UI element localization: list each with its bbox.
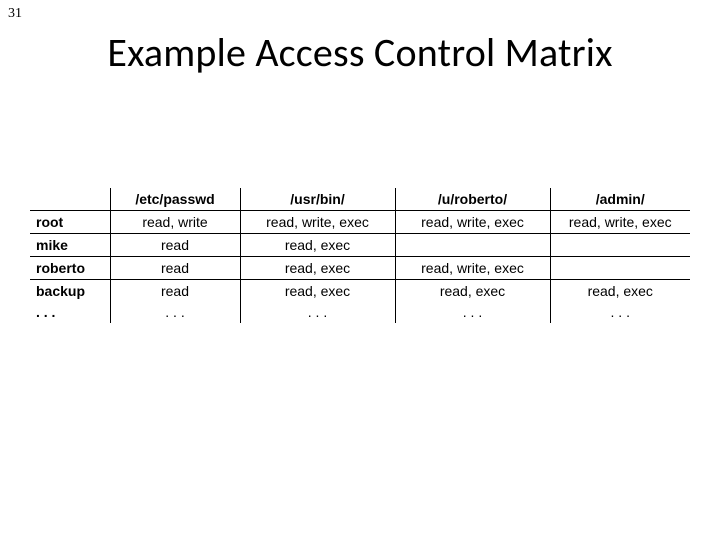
cell: . . . bbox=[110, 302, 240, 323]
cell: read, exec bbox=[550, 280, 690, 303]
cell: read bbox=[110, 280, 240, 303]
cell: read, write, exec bbox=[240, 211, 395, 234]
table-ellipsis-row: . . . . . . . . . . . . . . . bbox=[30, 302, 690, 323]
col-header: /usr/bin/ bbox=[240, 188, 395, 211]
col-header: /admin/ bbox=[550, 188, 690, 211]
table-row: roberto read read, exec read, write, exe… bbox=[30, 257, 690, 280]
cell bbox=[550, 257, 690, 280]
cell: read, write, exec bbox=[395, 257, 550, 280]
cell: read, exec bbox=[395, 280, 550, 303]
cell: read, write, exec bbox=[550, 211, 690, 234]
cell: . . . bbox=[550, 302, 690, 323]
cell: read, exec bbox=[240, 280, 395, 303]
col-header: /etc/passwd bbox=[110, 188, 240, 211]
row-header: mike bbox=[30, 234, 110, 257]
cell: read, exec bbox=[240, 234, 395, 257]
row-header: . . . bbox=[30, 302, 110, 323]
col-header: /u/roberto/ bbox=[395, 188, 550, 211]
page-number: 31 bbox=[8, 6, 22, 22]
slide-title: Example Access Control Matrix bbox=[0, 28, 720, 77]
row-header: backup bbox=[30, 280, 110, 303]
cell: . . . bbox=[240, 302, 395, 323]
row-header: roberto bbox=[30, 257, 110, 280]
slide: 31 Example Access Control Matrix /etc/pa… bbox=[0, 0, 720, 540]
acl-table: /etc/passwd /usr/bin/ /u/roberto/ /admin… bbox=[30, 188, 690, 323]
table-row: mike read read, exec bbox=[30, 234, 690, 257]
row-header: root bbox=[30, 211, 110, 234]
cell: read, write, exec bbox=[395, 211, 550, 234]
table-row: root read, write read, write, exec read,… bbox=[30, 211, 690, 234]
cell bbox=[395, 234, 550, 257]
table-corner-cell bbox=[30, 188, 110, 211]
table-header-row: /etc/passwd /usr/bin/ /u/roberto/ /admin… bbox=[30, 188, 690, 211]
cell: read bbox=[110, 257, 240, 280]
cell: read bbox=[110, 234, 240, 257]
cell bbox=[550, 234, 690, 257]
access-control-matrix: /etc/passwd /usr/bin/ /u/roberto/ /admin… bbox=[30, 188, 690, 323]
table-row: backup read read, exec read, exec read, … bbox=[30, 280, 690, 303]
cell: read, write bbox=[110, 211, 240, 234]
cell: . . . bbox=[395, 302, 550, 323]
cell: read, exec bbox=[240, 257, 395, 280]
